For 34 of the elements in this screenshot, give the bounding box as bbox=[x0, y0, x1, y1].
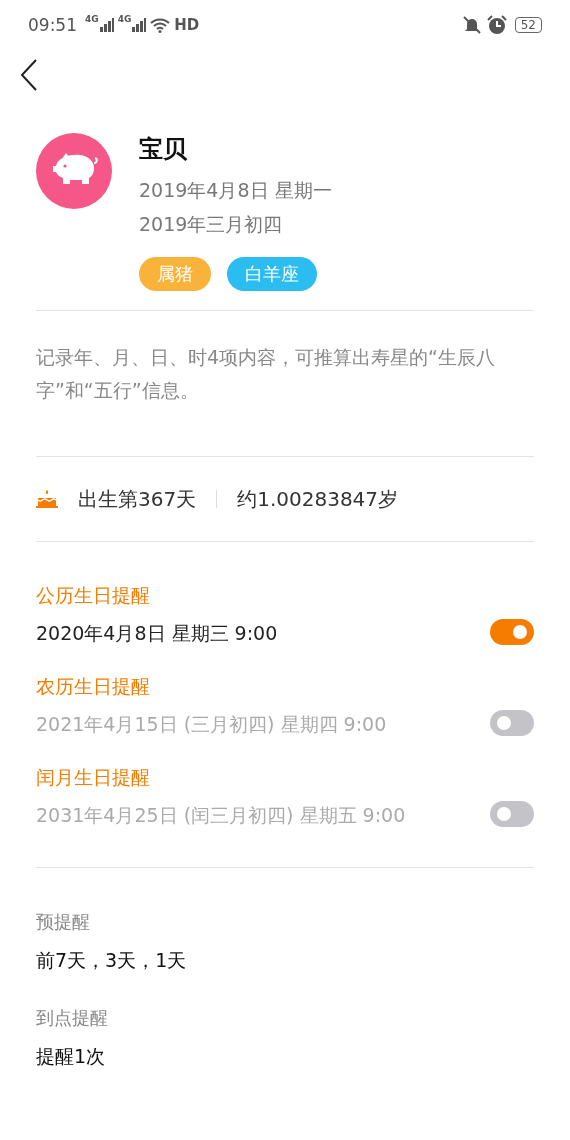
back-icon[interactable] bbox=[20, 59, 38, 91]
profile-name: 宝贝 bbox=[139, 134, 188, 165]
solar-date: 2019年4月8日 星期一 bbox=[139, 178, 332, 203]
description-text: 记录年、月、日、时4项内容，可推算出寿星的“生辰八字”和“五行”信息。 bbox=[35, 345, 496, 403]
wifi-icon bbox=[150, 17, 171, 33]
setting-label: 预提醒 bbox=[36, 910, 91, 934]
hd-label: HD bbox=[174, 16, 200, 34]
reminder-title: 农历生日提醒 bbox=[36, 674, 151, 699]
toggle-switch[interactable] bbox=[490, 801, 534, 827]
signal-icon bbox=[99, 18, 114, 32]
tag: 属猪 bbox=[139, 257, 211, 291]
setting-value[interactable]: 前7天，3天，1天 bbox=[36, 948, 534, 974]
network-label: 4G bbox=[85, 14, 99, 24]
status-time: 09:51 bbox=[28, 15, 77, 35]
reminder-datetime: 2020年4月8日 星期三 9:00 bbox=[36, 621, 278, 646]
reminder-title: 闰月生日提醒 bbox=[36, 765, 151, 790]
signal-icon bbox=[132, 18, 147, 32]
tag: 白羊座 bbox=[227, 257, 317, 291]
mute-icon bbox=[460, 16, 483, 34]
toggle-switch[interactable] bbox=[490, 710, 534, 736]
battery-indicator: 52 bbox=[514, 17, 542, 33]
network-label: 4G bbox=[117, 14, 132, 24]
lunar-date: 2019年三月初四 bbox=[139, 212, 284, 237]
reminder-title: 公历生日提醒 bbox=[36, 583, 151, 608]
age-years: 约1.00283847岁 bbox=[237, 485, 399, 513]
pig-avatar-icon bbox=[36, 133, 112, 209]
toggle-switch[interactable] bbox=[490, 619, 534, 645]
reminder-datetime: 2021年4月15日 (三月初四) 星期四 9:00 bbox=[36, 712, 387, 737]
alarm-icon bbox=[486, 15, 507, 35]
setting-value[interactable]: 提醒1次 bbox=[36, 1044, 534, 1070]
reminder-datetime: 2031年4月25日 (闰三月初四) 星期五 9:00 bbox=[36, 803, 406, 828]
setting-label: 到点提醒 bbox=[36, 1006, 109, 1030]
cake-icon bbox=[36, 489, 58, 509]
days-since-birth: 出生第367天 bbox=[78, 485, 197, 513]
